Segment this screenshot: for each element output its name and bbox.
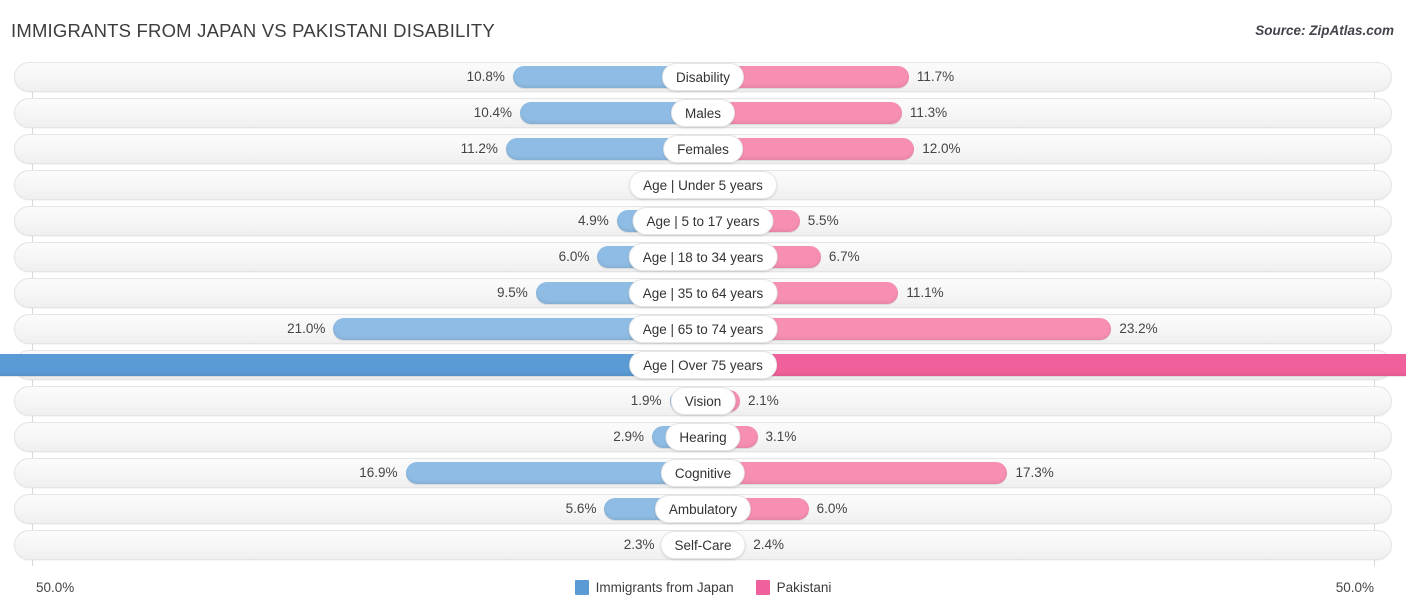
legend-label: Immigrants from Japan [595,580,734,595]
value-label-right: 6.7% [828,249,860,264]
legend-swatch-icon [755,580,770,595]
bar-immigrants-from-japan[interactable] [405,462,703,484]
category-label-pill: Age | 18 to 34 years [628,243,778,271]
value-label-right: 3.1% [765,429,797,444]
value-label-right: 17.3% [1015,465,1054,480]
value-label-right: 12.0% [922,141,961,156]
value-label-right: 11.3% [909,105,948,120]
category-label-pill: Hearing [665,423,741,451]
category-label-pill: Age | 65 to 74 years [628,315,778,343]
value-label-right: 11.7% [916,69,955,84]
value-label-right: 5.5% [807,213,839,228]
table-row[interactable]: 10.4% 11.3% Males [0,98,1406,128]
value-label-left: 11.2% [460,141,498,156]
table-row[interactable]: 11.2% 12.0% Females [0,134,1406,164]
table-row[interactable]: 1.1%1.3%Age | Under 5 years [0,170,1406,200]
table-row[interactable]: 2.9% 3.1% Hearing [0,422,1406,452]
table-row[interactable]: 6.0% 6.7% Age | 18 to 34 years [0,242,1406,272]
chart-footer: 50.0% 50.0% Immigrants from Japan Pakista… [0,576,1406,606]
page-title: IMMIGRANTS FROM JAPAN VS PAKISTANI DISAB… [11,20,495,41]
table-row[interactable]: 16.9% 17.3% Cognitive [0,458,1406,488]
category-label-pill: Age | Under 5 years [629,171,777,199]
value-label-left: 5.6% [565,501,597,516]
chart-legend: Immigrants from Japan Pakistani [0,580,1406,595]
category-label-pill: Age | 5 to 17 years [632,207,774,235]
chart-plot-area: 10.8% 11.7% Disability 10.4% 11.3% Males 11.2%… [0,62,1406,574]
chart-header: IMMIGRANTS FROM JAPAN VS PAKISTANI DISAB… [0,0,1406,56]
legend-item[interactable]: Pakistani [755,580,832,595]
value-label-left: 6.0% [558,249,590,264]
value-label-right: 23.2% [1119,321,1158,336]
value-label-left: 1.9% [630,393,662,408]
category-label-pill: Disability [661,63,745,91]
value-label-left: 21.0% [287,321,326,336]
bar-pakistani[interactable] [703,462,1008,484]
value-label-left: 10.8% [466,69,505,84]
bar-pakistani[interactable] [703,354,1406,376]
table-row[interactable]: 2.3% 2.4% Self-Care [0,530,1406,560]
category-label-pill: Ambulatory [654,495,752,523]
table-row[interactable]: 10.8% 11.7% Disability [0,62,1406,92]
value-label-left: 10.4% [473,105,512,120]
bar-immigrants-from-japan[interactable] [0,354,703,376]
table-row[interactable]: 4.9% 5.5% Age | 5 to 17 years [0,206,1406,236]
legend-swatch-icon [574,580,589,595]
table-row[interactable]: 9.5% 11.1% Age | 35 to 64 years [0,278,1406,308]
source-attribution: Source: ZipAtlas.com [1255,23,1394,38]
value-label-left: 2.9% [613,429,644,444]
value-label-right: 6.0% [816,501,848,516]
category-label-pill: Age | Over 75 years [629,351,777,379]
category-label-pill: Self-Care [660,531,746,559]
category-label-pill: Age | 35 to 64 years [628,279,778,307]
bar-rows: 10.8% 11.7% Disability 10.4% 11.3% Males 11.2%… [0,62,1406,566]
table-row[interactable]: 46.3%47.7%Age | Over 75 years [0,350,1406,380]
category-label-pill: Cognitive [660,459,746,487]
category-label-pill: Males [670,99,736,127]
value-label-left: 2.3% [623,537,655,552]
value-label-right: 11.1% [906,285,944,300]
legend-label: Pakistani [776,580,832,595]
value-label-left: 4.9% [577,213,609,228]
category-label-pill: Vision [670,387,736,415]
value-label-left: 9.5% [497,285,528,300]
value-label-left: 16.9% [359,465,398,480]
table-row[interactable]: 21.0% 23.2% Age | 65 to 74 years [0,314,1406,344]
legend-item[interactable]: Immigrants from Japan [574,580,734,595]
table-row[interactable]: 5.6% 6.0% Ambulatory [0,494,1406,524]
category-label-pill: Females [663,135,743,163]
table-row[interactable]: 1.9% 2.1% Vision [0,386,1406,416]
value-label-right: 2.4% [753,537,785,552]
value-label-right: 2.1% [747,393,779,408]
